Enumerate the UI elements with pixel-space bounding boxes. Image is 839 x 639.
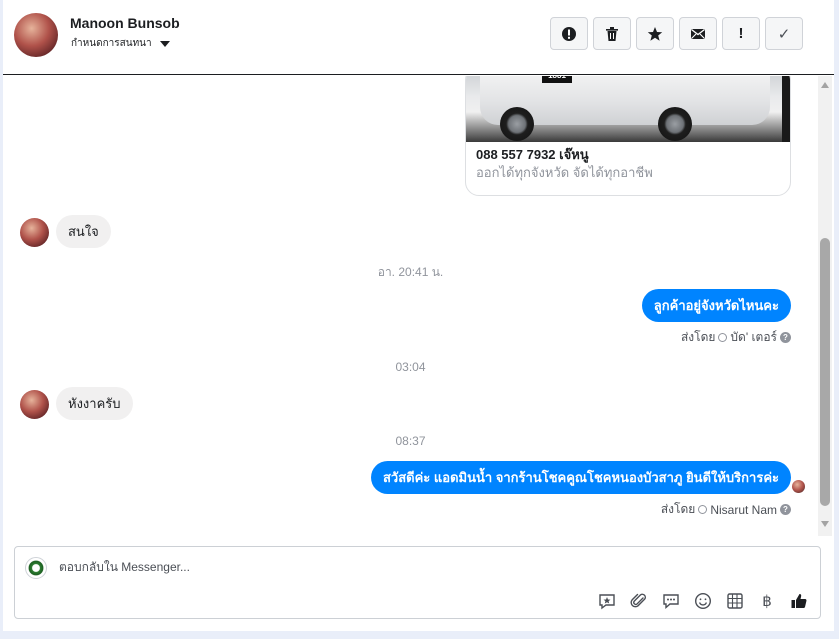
outgoing-message[interactable]: สวัสดีค่ะ แอดมินน้ำ จากร้านโชคคูณโชคหนอง… bbox=[370, 461, 791, 494]
sent-by-info: ส่งโดย บัด' เตอร์ ? bbox=[681, 328, 791, 347]
sender-name: Nisarut Nam bbox=[710, 502, 777, 517]
attachment-icon[interactable] bbox=[627, 590, 651, 612]
exclamation-icon: ! bbox=[738, 25, 744, 42]
timestamp: อา. 20:41 น. bbox=[377, 265, 444, 279]
conversation-header: Manoon Bunsob กำหนดการสนทนา ! ✓ bbox=[3, 0, 834, 75]
delete-button[interactable] bbox=[593, 17, 631, 50]
important-button[interactable]: ! bbox=[722, 17, 760, 50]
thumbs-up-icon[interactable] bbox=[787, 590, 811, 612]
mark-unread-button[interactable] bbox=[679, 17, 717, 50]
header-toolbar: ! ✓ bbox=[550, 17, 803, 50]
sender-name: บัด' เตอร์ bbox=[730, 330, 777, 344]
timestamp: 08:37 bbox=[395, 434, 426, 448]
car-wheel-left bbox=[500, 107, 534, 141]
alert-circle-icon bbox=[562, 26, 576, 41]
help-icon[interactable]: ? bbox=[780, 332, 791, 343]
card-subtitle: ออกได้ทุกจังหวัด จัดได้ทุกอาชีพ bbox=[476, 165, 653, 180]
alert-circle-button[interactable] bbox=[550, 17, 588, 50]
contact-name[interactable]: Manoon Bunsob bbox=[70, 15, 180, 31]
envelope-icon bbox=[691, 28, 705, 39]
conversation-settings-dropdown[interactable]: กำหนดการสนทนา bbox=[71, 36, 170, 51]
page-icon bbox=[698, 505, 708, 514]
incoming-message[interactable]: สนใจ bbox=[56, 215, 111, 248]
contact-avatar[interactable] bbox=[14, 13, 58, 57]
mark-done-button[interactable]: ✓ bbox=[765, 17, 803, 50]
reply-composer: ฿ bbox=[14, 546, 821, 619]
sent-by-label: ส่งโดย bbox=[660, 502, 696, 516]
sent-by-label: ส่งโดย bbox=[680, 330, 716, 344]
page-avatar bbox=[25, 557, 47, 579]
table-icon[interactable] bbox=[723, 590, 747, 612]
chat-bubble-icon[interactable] bbox=[659, 590, 683, 612]
star-button[interactable] bbox=[636, 17, 674, 50]
composer-toolbar: ฿ bbox=[595, 590, 811, 612]
sender-avatar[interactable] bbox=[20, 390, 49, 419]
page-icon bbox=[718, 333, 728, 342]
timestamp: 03:04 bbox=[395, 360, 426, 374]
scroll-up-arrow-icon[interactable] bbox=[821, 82, 829, 88]
checkmark-icon: ✓ bbox=[777, 25, 791, 43]
read-receipt-avatar bbox=[792, 480, 805, 493]
car-photo: 1881 bbox=[466, 76, 790, 142]
message-list[interactable]: 1881 088 557 7932 เจ๊หนู ออกได้ทุกจังหวั… bbox=[3, 76, 818, 536]
sender-avatar[interactable] bbox=[20, 218, 49, 247]
license-plate: 1881 bbox=[542, 76, 572, 83]
sent-by-info: ส่งโดย Nisarut Nam ? bbox=[661, 500, 791, 519]
caret-down-icon bbox=[159, 40, 170, 47]
help-icon[interactable]: ? bbox=[780, 504, 791, 515]
outgoing-message[interactable]: ลูกค้าอยู่จังหวัดไหนคะ bbox=[641, 289, 791, 322]
saved-reply-icon[interactable] bbox=[595, 590, 619, 612]
photo-edge bbox=[782, 76, 790, 142]
baht-icon[interactable]: ฿ bbox=[755, 590, 779, 612]
scroll-down-arrow-icon[interactable] bbox=[821, 521, 829, 527]
trash-icon bbox=[606, 26, 618, 41]
reply-input[interactable] bbox=[59, 560, 759, 574]
conversation-settings-label: กำหนดการสนทนา bbox=[71, 38, 152, 49]
message-scrollbar[interactable] bbox=[818, 76, 832, 536]
star-icon bbox=[647, 26, 663, 41]
car-wheel-right bbox=[658, 107, 692, 141]
emoji-icon[interactable] bbox=[691, 590, 715, 612]
shared-post-card[interactable]: 1881 088 557 7932 เจ๊หนู ออกได้ทุกจังหวั… bbox=[465, 76, 791, 196]
incoming-message[interactable]: หังงาครับ bbox=[56, 387, 133, 420]
scrollbar-thumb[interactable] bbox=[820, 238, 830, 506]
conversation-panel: Manoon Bunsob กำหนดการสนทนา ! ✓ 088 557 … bbox=[3, 0, 834, 631]
